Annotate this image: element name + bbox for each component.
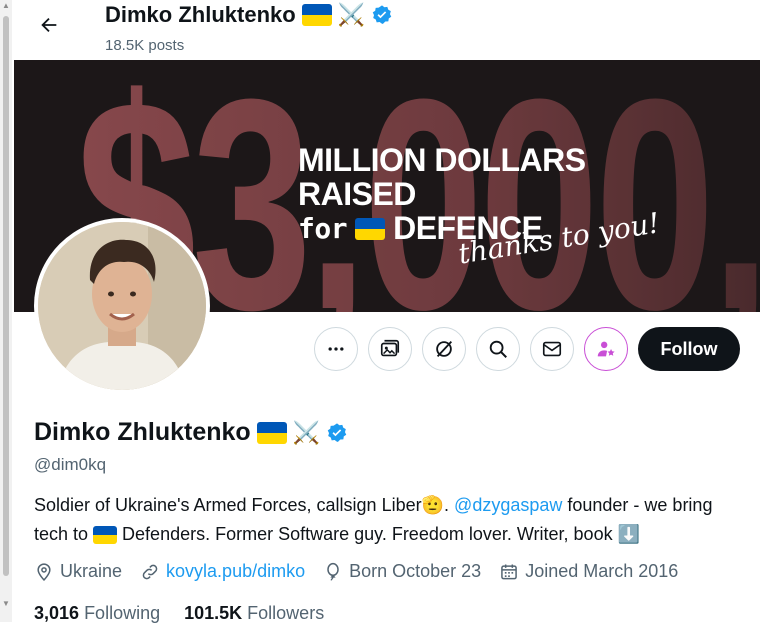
banner-headline-2: RAISED bbox=[298, 176, 416, 212]
search-icon bbox=[489, 340, 507, 358]
verified-badge-icon[interactable] bbox=[371, 4, 393, 26]
calendar-icon bbox=[501, 564, 518, 579]
website-item: kovyla.pub/dimko bbox=[140, 561, 305, 582]
location-item: Ukraine bbox=[34, 561, 122, 582]
grok-button[interactable] bbox=[422, 327, 466, 371]
crossed-swords-icon: ⚔️ bbox=[337, 2, 366, 27]
scrollbar-thumb[interactable] bbox=[3, 16, 9, 576]
banner-headline-1: MILLION DOLLARS bbox=[298, 142, 586, 178]
arrow-left-icon bbox=[41, 17, 57, 33]
website-link[interactable]: kovyla.pub/dimko bbox=[166, 561, 305, 582]
location-text: Ukraine bbox=[60, 561, 123, 581]
ukraine-flag-icon bbox=[93, 526, 118, 545]
envelope-icon bbox=[542, 341, 562, 357]
ukraine-flag-icon bbox=[301, 4, 332, 26]
profile-handle: @dim0kq bbox=[34, 455, 107, 474]
verified-badge-icon[interactable] bbox=[326, 422, 348, 444]
search-posts-button[interactable] bbox=[476, 327, 520, 371]
follow-button[interactable]: Follow bbox=[638, 327, 740, 371]
profile-header-bar: Dimko Zhluktenko ⚔️ 18.5K posts bbox=[14, 0, 760, 60]
back-button[interactable] bbox=[32, 8, 66, 42]
location-pin-icon bbox=[37, 562, 51, 581]
header-title: Dimko Zhluktenko ⚔️ bbox=[105, 2, 393, 28]
message-button[interactable] bbox=[530, 327, 574, 371]
joined-item: Joined March 2016 bbox=[499, 561, 678, 582]
subscribe-star-person-icon bbox=[597, 341, 615, 357]
saluting-face-icon: 🫡 bbox=[421, 495, 445, 515]
profile-bio: Soldier of Ukraine's Armed Forces, calls… bbox=[34, 491, 740, 549]
following-link[interactable]: 3,016 Following bbox=[34, 603, 160, 624]
scroll-down-arrow-icon[interactable]: ▼ bbox=[2, 600, 10, 608]
birthday-text: Born October 23 bbox=[349, 561, 482, 581]
more-options-button[interactable] bbox=[314, 327, 358, 371]
view-media-button[interactable] bbox=[368, 327, 412, 371]
ukraine-flag-icon bbox=[256, 421, 287, 444]
profile-name-text: Dimko Zhluktenko bbox=[34, 418, 251, 446]
followers-count: 101.5K bbox=[184, 603, 243, 623]
avatar[interactable] bbox=[34, 218, 210, 394]
avatar-photo bbox=[38, 222, 206, 390]
birthday-item: Born October 23 bbox=[323, 561, 481, 582]
grok-icon bbox=[436, 341, 453, 357]
bio-text-1: Soldier of Ukraine's Armed Forces, calls… bbox=[34, 495, 422, 515]
bio-text-4: Defenders. Former Software guy. Freedom … bbox=[117, 524, 618, 544]
link-icon bbox=[142, 564, 158, 579]
followers-label: Followers bbox=[247, 603, 325, 623]
crossed-swords-icon: ⚔️ bbox=[292, 419, 321, 445]
joined-text: Joined March 2016 bbox=[525, 561, 679, 581]
post-count: 18.5K posts bbox=[105, 37, 185, 54]
ukraine-flag-icon bbox=[355, 217, 386, 240]
bio-text-2: . bbox=[444, 495, 455, 515]
page-scrollbar[interactable]: ▲ ▼ bbox=[0, 0, 12, 622]
scroll-up-arrow-icon[interactable]: ▲ bbox=[2, 2, 10, 10]
media-gallery-icon bbox=[380, 339, 400, 357]
follow-stats: 3,016 Following 101.5K Followers bbox=[34, 603, 324, 624]
header-name-text: Dimko Zhluktenko bbox=[105, 2, 296, 27]
subscribe-button[interactable] bbox=[584, 327, 628, 371]
following-label: Following bbox=[84, 603, 161, 623]
profile-name: Dimko Zhluktenko ⚔️ bbox=[34, 418, 348, 447]
profile-meta: Ukraine kovyla.pub/dimko Born October 23… bbox=[34, 561, 696, 582]
following-count: 3,016 bbox=[34, 603, 80, 623]
profile-actions: Follow bbox=[314, 326, 740, 372]
bio-mention-link[interactable]: @dzygaspaw bbox=[454, 495, 562, 515]
down-arrow-icon: ⬇️ bbox=[617, 524, 640, 544]
balloon-icon bbox=[327, 562, 339, 580]
banner-for-text: for bbox=[298, 212, 348, 245]
followers-link[interactable]: 101.5K Followers bbox=[184, 603, 324, 624]
more-dots-icon bbox=[328, 347, 344, 351]
